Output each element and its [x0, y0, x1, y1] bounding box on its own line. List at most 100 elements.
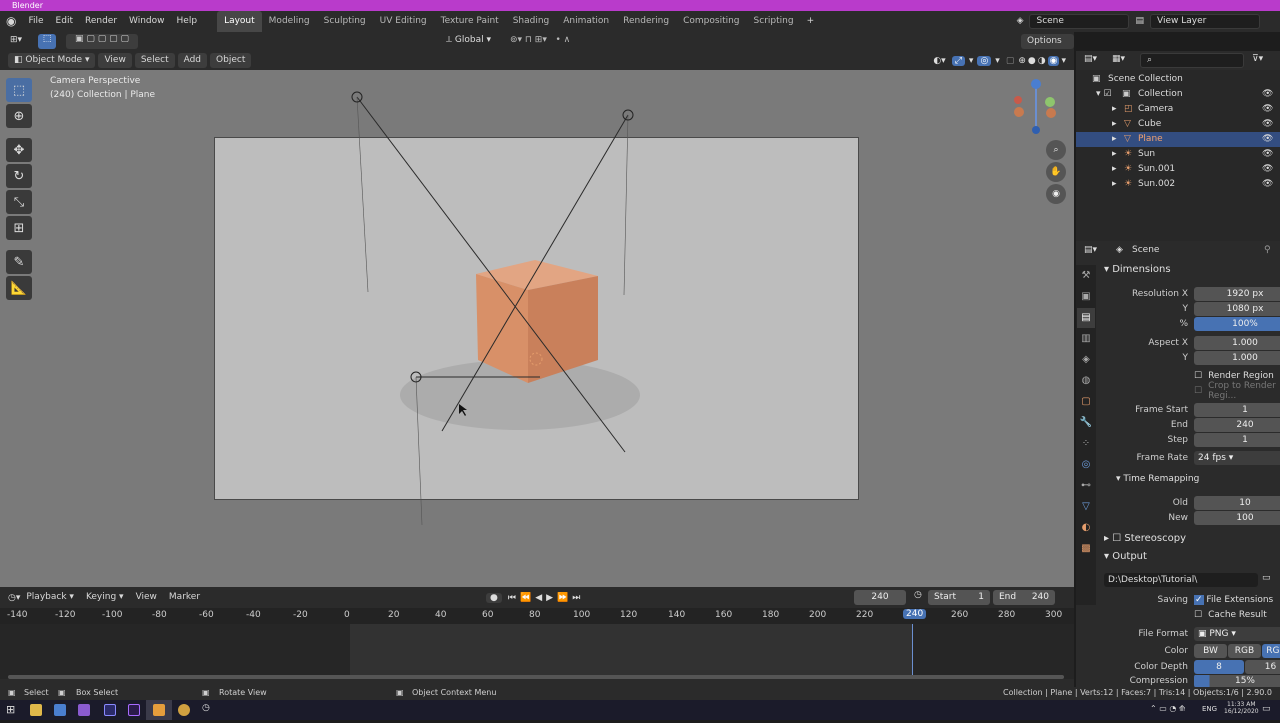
playback-controls-icon[interactable]: ⏮⏪◀▶⏩⏭: [508, 593, 584, 603]
menu-window[interactable]: Window: [123, 11, 171, 32]
move-icon[interactable]: ✥: [6, 138, 32, 162]
output-path-input[interactable]: D:\Desktop\Tutorial\: [1104, 573, 1258, 587]
pan-hand-icon[interactable]: ✋: [1046, 162, 1066, 182]
start-frame-field[interactable]: Start 1: [928, 590, 990, 605]
add-workspace-icon[interactable]: +: [801, 11, 821, 32]
outliner-row-camera[interactable]: ▸ ◰ Camera 👁: [1076, 102, 1280, 117]
menu-edit[interactable]: Edit: [50, 11, 79, 32]
keying-menu[interactable]: Keying ▾: [80, 587, 130, 608]
scale-icon[interactable]: ⤡: [6, 190, 32, 214]
outliner-row-cube[interactable]: ▸ ▽ Cube 👁: [1076, 117, 1280, 132]
tab-sculpting[interactable]: Sculpting: [317, 11, 373, 32]
outliner-row-sun[interactable]: ▸ ☀ Sun 👁: [1076, 147, 1280, 162]
menu-render[interactable]: Render: [79, 11, 123, 32]
tool-tab-icon[interactable]: ⚒: [1077, 266, 1095, 286]
after-effects-icon[interactable]: [104, 704, 116, 716]
time-new-field[interactable]: 100: [1194, 510, 1280, 525]
folder-icon[interactable]: ▭: [1262, 573, 1271, 583]
physics-tab-icon[interactable]: ◎: [1077, 455, 1095, 475]
notifications-icon[interactable]: ▭: [1262, 704, 1271, 714]
output-tab-icon[interactable]: ▤: [1077, 308, 1095, 328]
tab-texture-paint[interactable]: Texture Paint: [434, 11, 506, 32]
menu-object[interactable]: Object: [210, 53, 252, 68]
object-tab-icon[interactable]: ▢: [1077, 392, 1095, 412]
modifier-tab-icon[interactable]: 🔧: [1077, 413, 1095, 433]
timeline-view-menu[interactable]: View: [130, 587, 163, 608]
pin-icon[interactable]: ⚲: [1264, 245, 1271, 255]
frame-start-field[interactable]: 1: [1194, 402, 1280, 417]
clock[interactable]: 11:33 AM 16/12/2020: [1224, 701, 1259, 715]
timeline-scrollbar[interactable]: [8, 675, 1064, 679]
windows-start-icon[interactable]: ⊞: [6, 703, 15, 716]
preview-range-icon[interactable]: ◷: [914, 590, 922, 600]
constraints-tab-icon[interactable]: ⊷: [1077, 476, 1095, 496]
scene-selector[interactable]: Scene: [1029, 14, 1130, 29]
tab-compositing[interactable]: Compositing: [676, 11, 746, 32]
color-rgba-button[interactable]: RGBA: [1262, 643, 1280, 658]
scene-icon[interactable]: ◈: [1011, 11, 1030, 32]
cache-result-checkbox[interactable]: ☐ Cache Result: [1194, 607, 1267, 622]
mode-dropdown[interactable]: ◧ Object Mode ▾: [8, 53, 96, 68]
clock-app-icon[interactable]: ◷: [202, 703, 210, 713]
stereoscopy-panel-title[interactable]: ▸ ☐ Stereoscopy: [1104, 530, 1186, 548]
visibility-icon[interactable]: ◐▾: [933, 56, 945, 66]
menu-view[interactable]: View: [98, 53, 132, 68]
tab-rendering[interactable]: Rendering: [616, 11, 676, 32]
crop-region-checkbox[interactable]: ☐ Crop to Render Regi...: [1194, 381, 1280, 401]
outliner-search-input[interactable]: ⌕: [1140, 53, 1244, 68]
transform-icon[interactable]: ⊞: [6, 216, 32, 240]
shading-rendered-icon[interactable]: ◉: [1047, 55, 1060, 66]
frame-step-field[interactable]: 1: [1194, 432, 1280, 447]
resolution-y-field[interactable]: 1080 px: [1194, 301, 1280, 316]
compression-slider[interactable]: 15%: [1194, 675, 1280, 687]
system-tray-icons[interactable]: ⌃ ▭ ◔ ⟰: [1150, 704, 1186, 713]
marker-menu[interactable]: Marker: [163, 587, 206, 608]
playback-menu[interactable]: Playback ▾: [20, 587, 80, 608]
tab-scripting[interactable]: Scripting: [747, 11, 801, 32]
zoom-icon[interactable]: ⌕: [1046, 140, 1066, 160]
outliner-row-plane[interactable]: ▸ ▽ Plane 👁: [1076, 132, 1280, 147]
data-tab-icon[interactable]: ▽: [1077, 497, 1095, 517]
tab-animation[interactable]: Animation: [556, 11, 616, 32]
time-old-field[interactable]: 10: [1194, 495, 1280, 510]
material-tab-icon[interactable]: ◐: [1077, 518, 1095, 538]
aspect-x-field[interactable]: 1.000: [1194, 335, 1280, 350]
output-panel-title[interactable]: ▾ Output: [1104, 548, 1147, 566]
outliner-row-sun-001[interactable]: ▸ ☀ Sun.001 👁: [1076, 162, 1280, 177]
tab-layout[interactable]: Layout: [217, 11, 262, 32]
view-layer-tab-icon[interactable]: ▥: [1077, 329, 1095, 349]
view-layer-selector[interactable]: View Layer: [1150, 14, 1260, 29]
outliner-editor-icon[interactable]: ▤▾: [1084, 54, 1097, 64]
language-indicator[interactable]: ENG: [1202, 705, 1217, 713]
annotate-icon[interactable]: ✎: [6, 250, 32, 274]
xray-icon[interactable]: ▢: [1006, 56, 1015, 66]
dimensions-panel-title[interactable]: ▾ Dimensions: [1104, 261, 1171, 279]
outliner-row-sun-002[interactable]: ▸ ☀ Sun.002 👁: [1076, 177, 1280, 192]
depth-8-button[interactable]: 8: [1194, 659, 1244, 674]
timeline-body[interactable]: [0, 624, 1074, 679]
color-rgb-button[interactable]: RGB: [1228, 643, 1261, 658]
outliner-row-collection[interactable]: ▾ ☑ ▣ Collection 👁: [1076, 87, 1280, 102]
editor-type-icon[interactable]: ⊞▾: [10, 35, 22, 45]
pivot-snap-icons[interactable]: ⊚▾ ⊓ ⊞▾ • ∧: [510, 35, 570, 45]
menu-select[interactable]: Select: [134, 53, 175, 68]
tab-modeling[interactable]: Modeling: [262, 11, 317, 32]
chrome-icon[interactable]: [178, 704, 190, 716]
overlay-toggle-icon[interactable]: ◎: [977, 55, 992, 66]
outliner-row-scene-collection[interactable]: ▣ Scene Collection: [1076, 72, 1280, 87]
rotate-icon[interactable]: ↻: [6, 164, 32, 188]
options-dropdown[interactable]: Options ▾: [1021, 34, 1074, 61]
timeline-editor-icon[interactable]: ◷▾: [8, 593, 20, 603]
resolution-x-field[interactable]: 1920 px: [1194, 286, 1280, 301]
outlook-icon[interactable]: [54, 704, 66, 716]
record-icon[interactable]: ●: [486, 592, 502, 603]
file-extensions-checkbox[interactable]: ✓ File Extensions: [1194, 594, 1273, 605]
render-tab-icon[interactable]: ▣: [1077, 287, 1095, 307]
time-remapping-title[interactable]: ▾ Time Remapping: [1116, 470, 1199, 488]
texture-tab-icon[interactable]: ▩: [1077, 539, 1095, 559]
properties-editor-icon[interactable]: ▤▾: [1084, 245, 1097, 255]
menu-add[interactable]: Add: [177, 53, 208, 68]
3d-viewport[interactable]: Camera Perspective (240) Collection | Pl…: [0, 70, 1074, 587]
menu-file[interactable]: File: [22, 11, 49, 32]
view-layer-icon[interactable]: ▤: [1129, 11, 1150, 32]
